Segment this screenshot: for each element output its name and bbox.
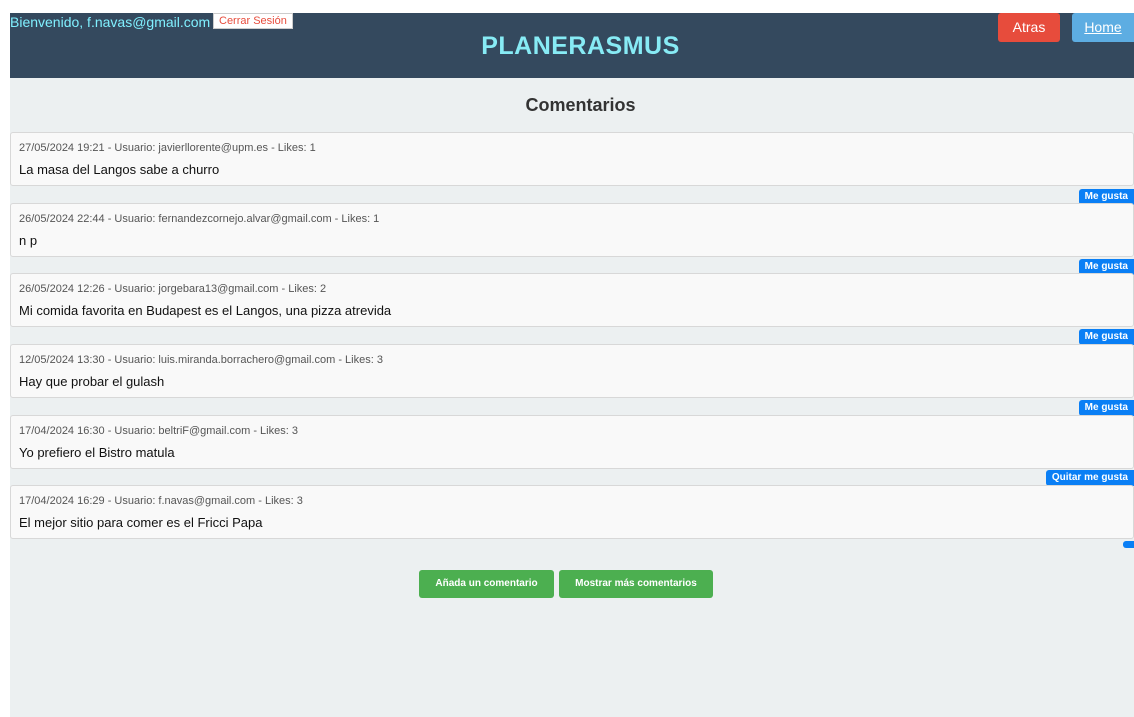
comment-text: Mi comida favorita en Budapest es el Lan… xyxy=(19,303,392,318)
comment-meta: 12/05/2024 13:30 - Usuario: luis.miranda… xyxy=(19,354,383,366)
comment-meta: 17/04/2024 16:30 - Usuario: beltriF@gmai… xyxy=(19,425,298,437)
app-title: PLANERASMUS xyxy=(481,32,680,60)
comment-meta: 26/05/2024 22:44 - Usuario: fernandezcor… xyxy=(19,213,380,225)
comment-card: 26/05/2024 12:26 - Usuario: jorgebara13@… xyxy=(10,273,1134,327)
back-button[interactable]: Atras xyxy=(998,13,1060,42)
comment-meta: 17/04/2024 16:29 - Usuario: f.navas@gmai… xyxy=(19,495,303,507)
like-button[interactable] xyxy=(1123,541,1134,548)
comment-meta: 27/05/2024 19:21 - Usuario: javierlloren… xyxy=(19,142,316,154)
header-bar: Bienvenido, f.navas@gmail.com Cerrar Ses… xyxy=(10,13,1134,78)
logout-button[interactable]: Cerrar Sesión xyxy=(213,13,293,29)
home-link[interactable]: Home xyxy=(1072,13,1134,42)
add-comment-button[interactable]: Añada un comentario xyxy=(419,570,554,598)
like-button[interactable]: Me gusta xyxy=(1078,400,1134,416)
comment-card: 26/05/2024 22:44 - Usuario: fernandezcor… xyxy=(10,203,1134,257)
comment-text: La masa del Langos sabe a churro xyxy=(19,162,220,177)
unlike-button[interactable]: Quitar me gusta xyxy=(1045,470,1134,486)
show-more-comments-button[interactable]: Mostrar más comentarios xyxy=(559,570,713,598)
like-button[interactable]: Me gusta xyxy=(1078,329,1134,345)
welcome-text: Bienvenido, f.navas@gmail.com xyxy=(10,14,211,30)
comment-card: 17/04/2024 16:30 - Usuario: beltriF@gmai… xyxy=(10,415,1134,469)
comment-text: Yo prefiero el Bistro matula xyxy=(19,445,175,460)
comment-card: 17/04/2024 16:29 - Usuario: f.navas@gmai… xyxy=(10,485,1134,539)
comment-text: El mejor sitio para comer es el Fricci P… xyxy=(19,515,263,530)
page-frame: Bienvenido, f.navas@gmail.com Cerrar Ses… xyxy=(10,13,1134,717)
comment-text: n p xyxy=(19,233,38,248)
comment-card: 27/05/2024 19:21 - Usuario: javierlloren… xyxy=(10,132,1134,186)
comments-heading: Comentarios xyxy=(525,95,636,115)
comment-card: 12/05/2024 13:30 - Usuario: luis.miranda… xyxy=(10,344,1134,398)
comment-meta: 26/05/2024 12:26 - Usuario: jorgebara13@… xyxy=(19,283,327,295)
comment-text: Hay que probar el gulash xyxy=(19,374,165,389)
